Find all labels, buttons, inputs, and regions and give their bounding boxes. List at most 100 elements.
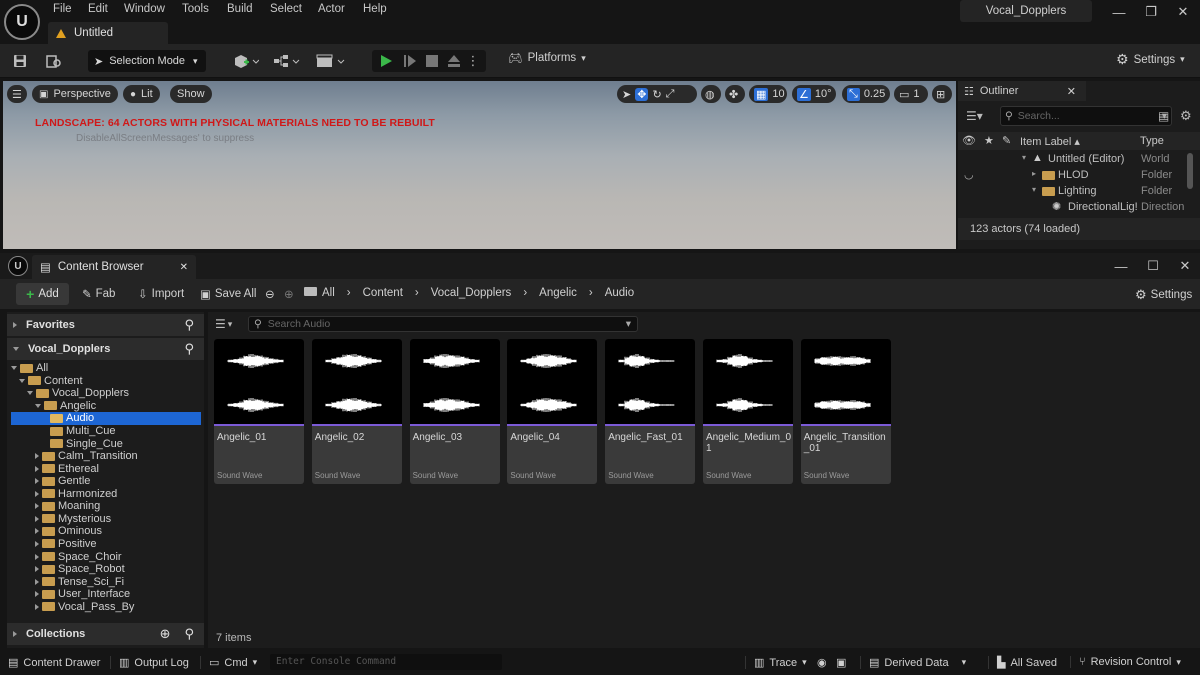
play-icon[interactable] — [378, 53, 394, 69]
tree-folder-item[interactable]: Space_Robot — [11, 563, 201, 576]
search-icon[interactable]: ⚲ — [184, 626, 194, 642]
show-button[interactable]: Show — [170, 85, 212, 103]
asset-tile[interactable]: Angelic_02 Sound Wave — [311, 339, 402, 484]
cinematics-icon[interactable] — [316, 53, 346, 69]
breadcrumb-item[interactable]: Vocal_Dopplers — [431, 287, 512, 299]
tree-folder-item[interactable]: Content — [11, 375, 201, 388]
chevron-right-icon[interactable] — [35, 540, 39, 547]
outliner-tab[interactable]: ☷ Outliner ✕ — [958, 81, 1086, 101]
revision-control-dropdown[interactable]: ⑂ Revision Control ▾ — [1070, 656, 1181, 668]
derived-data-dropdown[interactable]: ▤ Derived Data ▾ — [860, 656, 966, 669]
type-column[interactable]: Type — [1140, 135, 1164, 147]
unreal-logo-icon[interactable]: U — [4, 4, 40, 40]
tree-folder-item[interactable]: Gentle — [11, 475, 201, 488]
rotate-tool-icon[interactable]: ↻ — [652, 88, 661, 101]
menu-help[interactable]: Help — [363, 3, 387, 15]
output-log-button[interactable]: ▥ Output Log — [110, 656, 189, 669]
close-tab-icon[interactable]: ✕ — [1067, 85, 1076, 98]
select-tool-icon[interactable]: ➤ — [622, 88, 631, 101]
stop-icon[interactable] — [424, 53, 440, 69]
favorite-star-icon[interactable]: ★ — [984, 134, 994, 147]
tree-folder-item[interactable]: Ominous — [11, 525, 201, 538]
restore-button[interactable]: ❐ — [1136, 3, 1166, 21]
screenshot-icon[interactable]: ▣ — [836, 656, 846, 669]
search-icon[interactable]: ⚲ — [184, 341, 194, 357]
chevron-right-icon[interactable] — [35, 578, 39, 585]
tree-folder-item[interactable]: Audio — [11, 412, 201, 425]
step-forward-icon[interactable] — [402, 53, 418, 69]
tree-folder-item[interactable]: Multi_Cue — [11, 425, 201, 438]
outliner-row[interactable]: ◡ ▸ HLOD Folder — [958, 168, 1200, 184]
menu-edit[interactable]: Edit — [88, 3, 108, 15]
scale-tool-icon[interactable]: ⤢ — [666, 88, 675, 101]
chevron-right-icon[interactable] — [35, 591, 39, 598]
asset-tile[interactable]: Angelic_04 Sound Wave — [507, 339, 598, 484]
chevron-down-icon[interactable] — [35, 403, 41, 408]
save-all-button[interactable]: ▣ Save All — [200, 287, 256, 301]
search-icon[interactable]: ⚲ — [184, 317, 194, 333]
outliner-search-input[interactable]: ⚲ Search... ▾ — [1000, 106, 1172, 126]
collections-section[interactable]: Collections ⊕ ⚲ — [7, 623, 204, 645]
add-button[interactable]: + Add — [16, 283, 69, 305]
outliner-row[interactable]: ▾ Lighting Folder — [958, 184, 1200, 200]
menu-tools[interactable]: Tools — [182, 3, 209, 15]
fab-button[interactable]: ✎ Fab — [82, 287, 115, 301]
project-section[interactable]: Vocal_Dopplers ⚲ — [7, 338, 204, 360]
minimize-button[interactable]: — — [1104, 3, 1134, 21]
grid-snap-button[interactable]: ▦ 10 — [749, 85, 787, 103]
asset-tile[interactable]: Angelic_01 Sound Wave — [214, 339, 304, 484]
tree-folder-item[interactable]: Single_Cue — [11, 437, 201, 450]
outliner-settings-icon[interactable]: ⚙ — [1180, 108, 1192, 124]
translate-tool-icon[interactable]: ✥ — [635, 87, 649, 101]
platforms-dropdown[interactable]: 🎮︎ Platforms ▾ — [508, 51, 586, 65]
menu-select[interactable]: Select — [270, 3, 302, 15]
lit-button[interactable]: ● Lit — [123, 85, 160, 103]
favorites-section[interactable]: Favorites ⚲ — [7, 314, 204, 336]
back-button[interactable]: ⊖ — [265, 287, 275, 301]
eject-icon[interactable] — [446, 53, 462, 69]
chevron-right-icon[interactable] — [35, 465, 39, 472]
tree-folder-item[interactable]: Angelic — [11, 400, 201, 413]
tree-folder-item[interactable]: Vocal_Dopplers — [11, 387, 201, 400]
add-collection-icon[interactable]: ⊕ — [160, 626, 171, 642]
menu-file[interactable]: File — [53, 3, 72, 15]
cmd-dropdown[interactable]: ▭ Cmd ▾ — [200, 656, 257, 669]
item-label-column[interactable]: Item Label ▴ — [1020, 135, 1080, 148]
cb-settings-button[interactable]: ⚙ Settings — [1135, 287, 1192, 303]
tree-folder-item[interactable]: Harmonized — [11, 488, 201, 501]
chevron-right-icon[interactable] — [35, 528, 39, 535]
breadcrumb-item[interactable]: Angelic — [539, 287, 577, 299]
asset-search-input[interactable]: ⚲ Search Audio ▾ — [248, 316, 638, 332]
tree-folder-item[interactable]: Tense_Sci_Fi — [11, 575, 201, 588]
chevron-right-icon[interactable] — [35, 515, 39, 522]
settings-dropdown[interactable]: ⚙ Settings ▾ — [1116, 51, 1185, 68]
camera-speed-button[interactable]: ▭ 1 — [894, 85, 928, 103]
record-icon[interactable]: ◉ — [817, 656, 827, 669]
tree-folder-item[interactable]: Calm_Transition — [11, 450, 201, 463]
add-actor-icon[interactable] — [232, 53, 260, 69]
world-local-icon[interactable]: ◍ — [701, 85, 721, 103]
outliner-row[interactable]: ▾ ▲ Untitled (Editor) World — [958, 152, 1200, 168]
perspective-button[interactable]: ▣ Perspective — [32, 85, 118, 103]
more-options-icon[interactable]: ⋮ — [467, 53, 480, 69]
maximize-button[interactable]: ☐ — [1138, 257, 1168, 275]
outliner-row[interactable]: ✺ DirectionalLig! Direction — [958, 200, 1200, 216]
chevron-right-icon[interactable] — [35, 478, 39, 485]
visibility-icon[interactable]: ◡ — [964, 168, 974, 181]
outliner-scrollbar[interactable] — [1187, 153, 1193, 189]
close-window-button[interactable]: ✕ — [1168, 3, 1198, 21]
chevron-right-icon[interactable] — [35, 490, 39, 497]
tree-folder-item[interactable]: Positive — [11, 538, 201, 551]
menu-window[interactable]: Window — [124, 3, 165, 15]
trace-dropdown[interactable]: ▥ Trace ▾ — [745, 656, 807, 669]
chevron-right-icon[interactable] — [35, 503, 39, 510]
content-browser-tab[interactable]: ▤ Content Browser ✕ — [32, 255, 196, 279]
level-tab[interactable]: Untitled — [48, 22, 168, 44]
pin-icon[interactable]: ✎ — [1002, 134, 1011, 147]
filter-dropdown[interactable]: ☰ ▾ — [215, 316, 243, 332]
tree-folder-item[interactable]: Moaning — [11, 500, 201, 513]
chevron-right-icon[interactable] — [35, 603, 39, 610]
chevron-down-icon[interactable] — [27, 391, 33, 396]
level-viewport[interactable]: ☰ ▣ Perspective ● Lit Show ➤ ✥ ↻ ⤢ ◍ ✤ ▦… — [3, 81, 956, 249]
console-input[interactable]: Enter Console Command — [270, 654, 502, 670]
